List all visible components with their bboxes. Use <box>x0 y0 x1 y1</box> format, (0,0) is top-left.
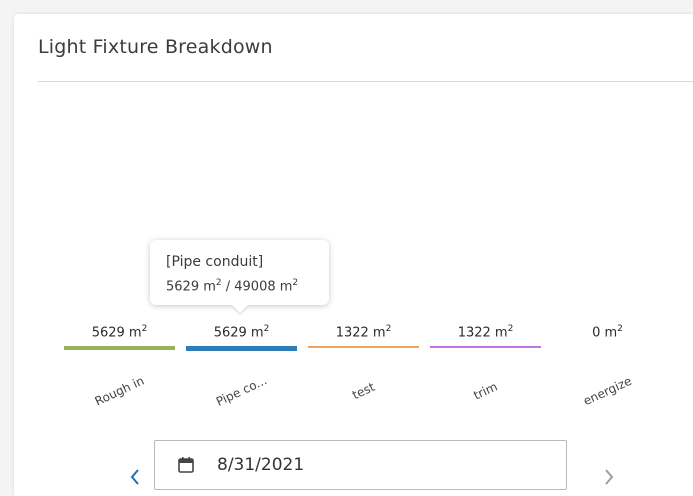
stage-value-number: 5629 m <box>213 325 264 341</box>
stage-value-number: 1322 m <box>457 325 508 341</box>
card-title: Light Fixture Breakdown <box>38 36 273 58</box>
stage-tooltip: [Pipe conduit] 5629 m2 / 49008 m2 <box>150 240 329 305</box>
stage-label: test <box>350 379 377 403</box>
tooltip-value-current: 5629 m <box>166 279 216 295</box>
next-date-button[interactable] <box>602 466 616 494</box>
tooltip-value-total: / 49008 m <box>221 279 293 295</box>
tooltip-title: [Pipe conduit] <box>166 254 264 270</box>
chevron-right-icon <box>605 469 614 485</box>
stage-value-unit-sup: 2 <box>263 324 270 334</box>
stage-value: 5629 m2 <box>64 324 175 340</box>
stage-value-unit-sup: 2 <box>141 324 148 334</box>
tooltip-value-sup-total: 2 <box>292 278 299 288</box>
stage-value-unit-sup: 2 <box>617 324 623 334</box>
stage-value: 5629 m2 <box>186 324 297 340</box>
stage-value: 0 m2 <box>552 324 663 340</box>
title-divider <box>38 81 693 82</box>
tooltip-value: 5629 m2 / 49008 m2 <box>166 273 329 297</box>
light-fixture-card: Light Fixture Breakdown 5629 m2 Rough in 5… <box>14 14 693 496</box>
stage-bar <box>308 346 419 348</box>
stage-value-number: 0 m <box>592 325 618 341</box>
stage-label: trim <box>471 379 500 403</box>
date-value: 8/31/2021 <box>217 455 305 475</box>
stage-value: 1322 m2 <box>308 324 419 340</box>
date-picker-field[interactable]: 8/31/2021 <box>154 440 567 490</box>
stage-value-number: 5629 m <box>91 325 142 341</box>
stage-label: Pipe co... <box>213 373 270 409</box>
calendar-icon <box>178 457 194 473</box>
stage-value-unit-sup: 2 <box>385 324 392 334</box>
stage-value-number: 1322 m <box>335 325 386 341</box>
stage-value: 1322 m2 <box>430 324 541 340</box>
stage-bar <box>186 346 297 351</box>
chevron-left-icon <box>130 469 139 485</box>
stage-bar <box>64 346 175 350</box>
stage-bar <box>430 346 541 348</box>
stage-label: energize <box>581 373 634 409</box>
stage-value-unit-sup: 2 <box>507 324 514 334</box>
previous-date-button[interactable] <box>128 466 142 494</box>
stage-label: Rough in <box>92 373 147 409</box>
